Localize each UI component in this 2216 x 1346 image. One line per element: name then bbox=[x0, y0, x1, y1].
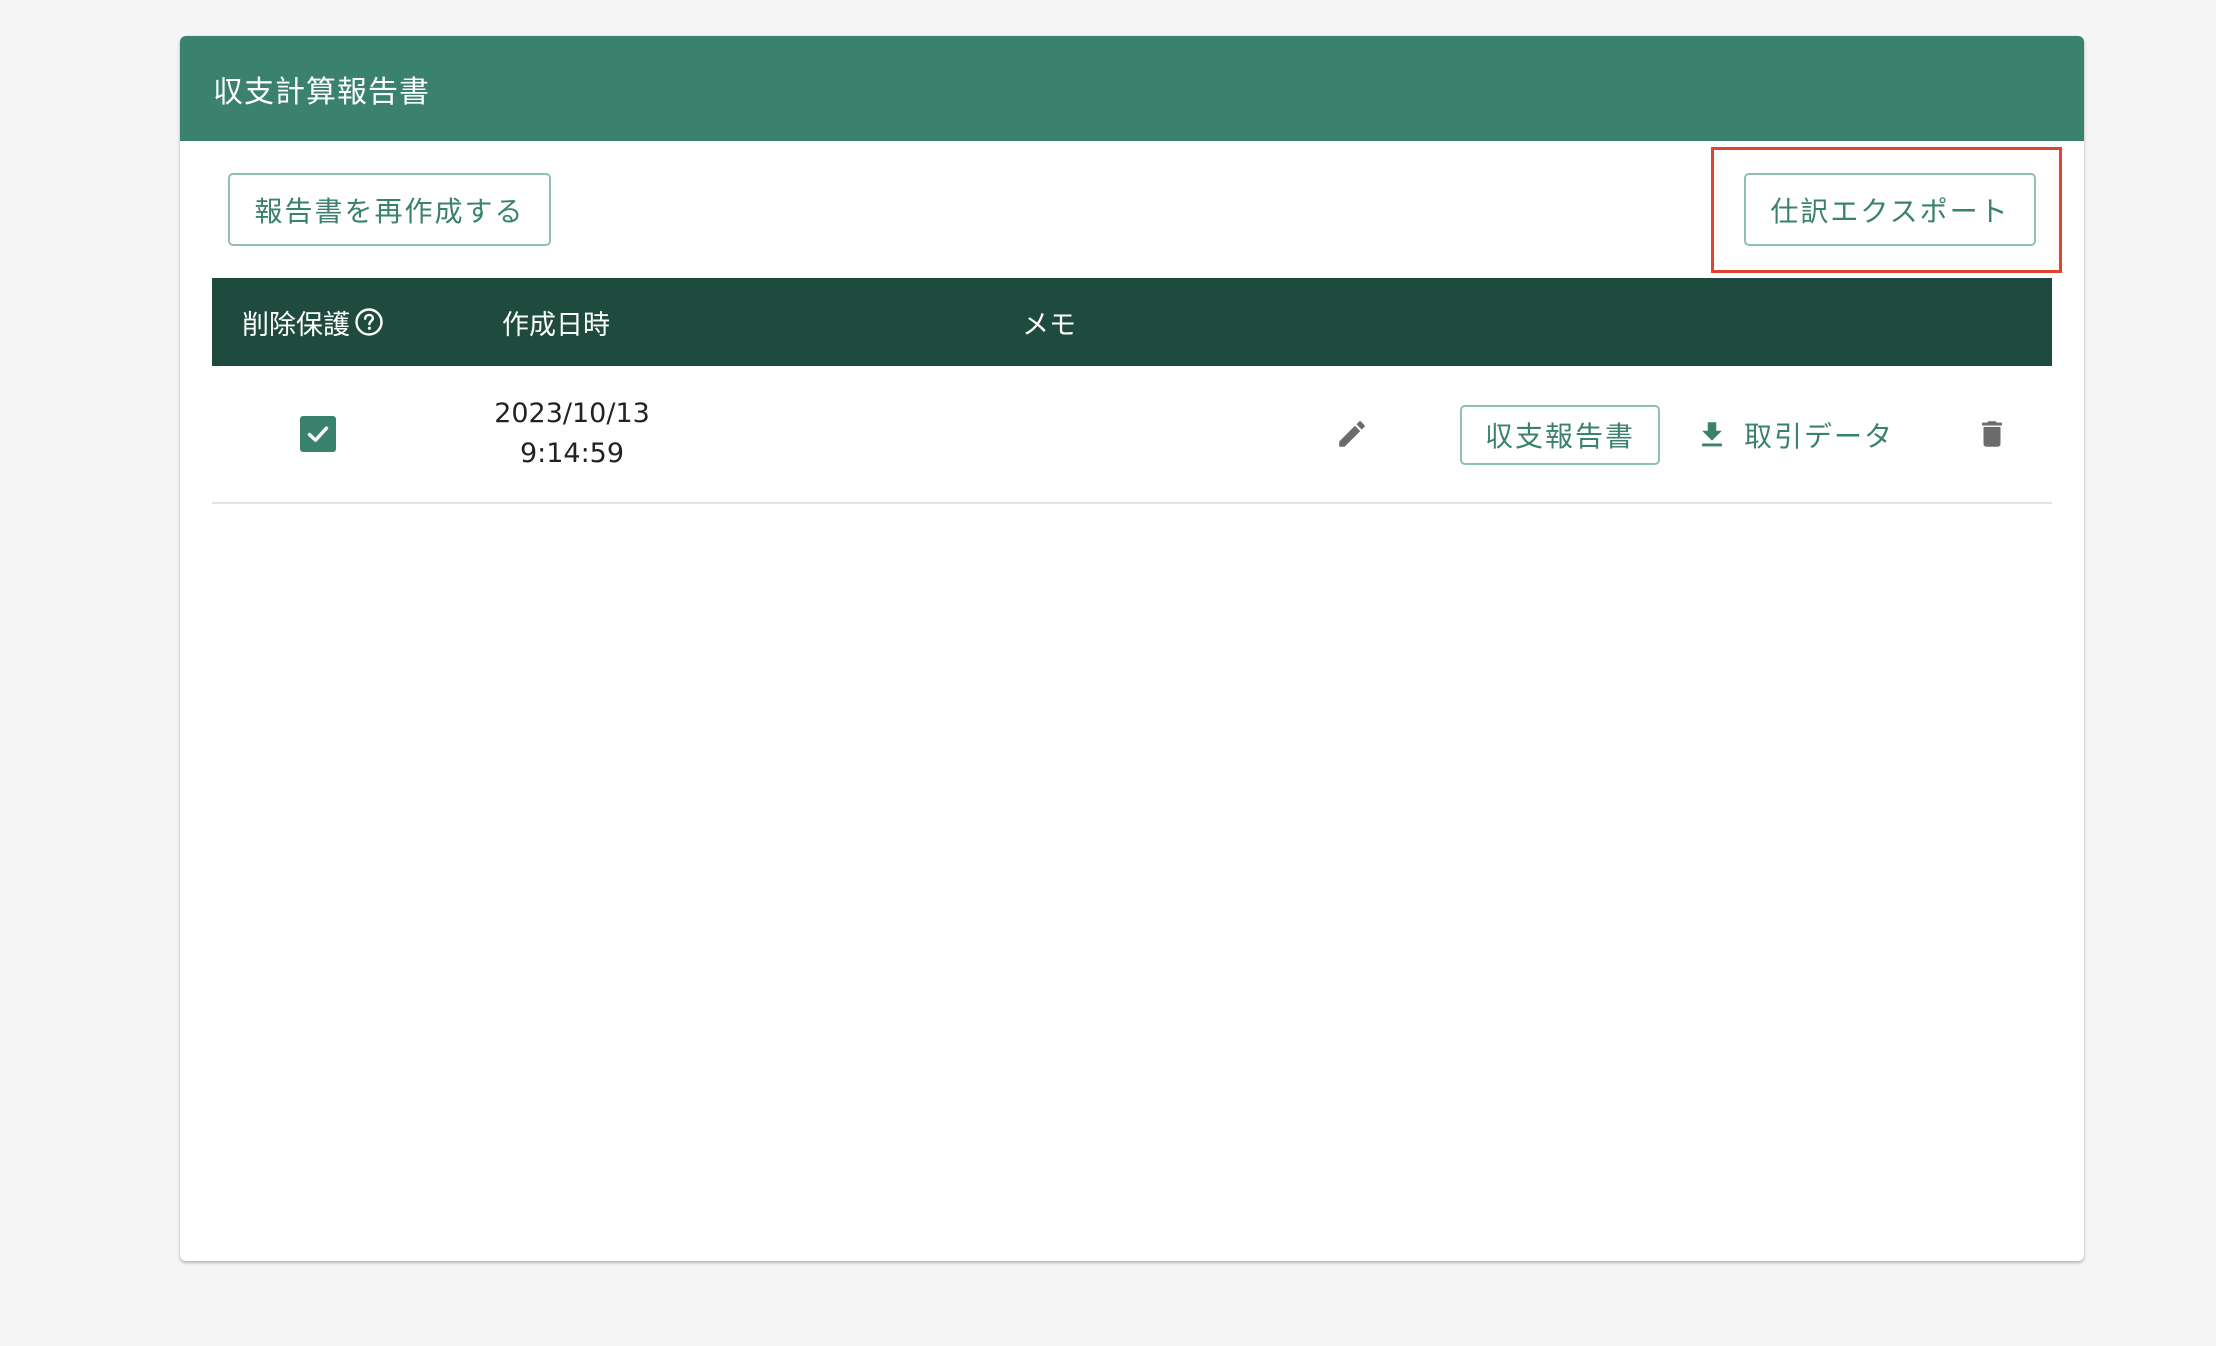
column-header-protect: 削除保護 bbox=[242, 278, 384, 366]
table-row: 2023/10/13 9:14:59 収支報告書 取引データ bbox=[212, 366, 2052, 504]
card-header: 収支計算報告書 bbox=[180, 36, 2084, 141]
download-label: 取引データ bbox=[1744, 420, 1895, 453]
download-transactions-link[interactable]: 取引データ bbox=[1692, 405, 1894, 465]
help-circle-icon[interactable] bbox=[354, 307, 384, 337]
page-title: 収支計算報告書 bbox=[213, 74, 430, 110]
checkbox-checked-icon bbox=[307, 426, 329, 442]
created-date: 2023/10/13 bbox=[494, 398, 650, 429]
income-report-button[interactable]: 収支報告書 bbox=[1460, 405, 1660, 465]
report-card: 収支計算報告書 報告書を再作成する 仕訳エクスポート 削除保護 作成日時 メモ … bbox=[180, 36, 2084, 1261]
delete-protect-checkbox[interactable] bbox=[300, 416, 336, 452]
edit-memo-button[interactable] bbox=[1330, 412, 1374, 456]
download-icon bbox=[1692, 415, 1732, 455]
table-header: 削除保護 作成日時 メモ bbox=[212, 278, 2052, 366]
recreate-report-button[interactable]: 報告書を再作成する bbox=[228, 173, 551, 246]
created-at-cell: 2023/10/13 9:14:59 bbox=[442, 394, 702, 474]
trash-icon bbox=[1982, 421, 2002, 447]
created-time: 9:14:59 bbox=[519, 438, 625, 469]
journal-export-button[interactable]: 仕訳エクスポート bbox=[1744, 173, 2036, 246]
column-header-created-at: 作成日時 bbox=[502, 309, 610, 341]
column-label-protect: 削除保護 bbox=[242, 309, 350, 341]
pencil-icon bbox=[1339, 421, 1365, 447]
column-header-memo: メモ bbox=[1022, 309, 1076, 341]
delete-button[interactable] bbox=[1970, 412, 2014, 456]
